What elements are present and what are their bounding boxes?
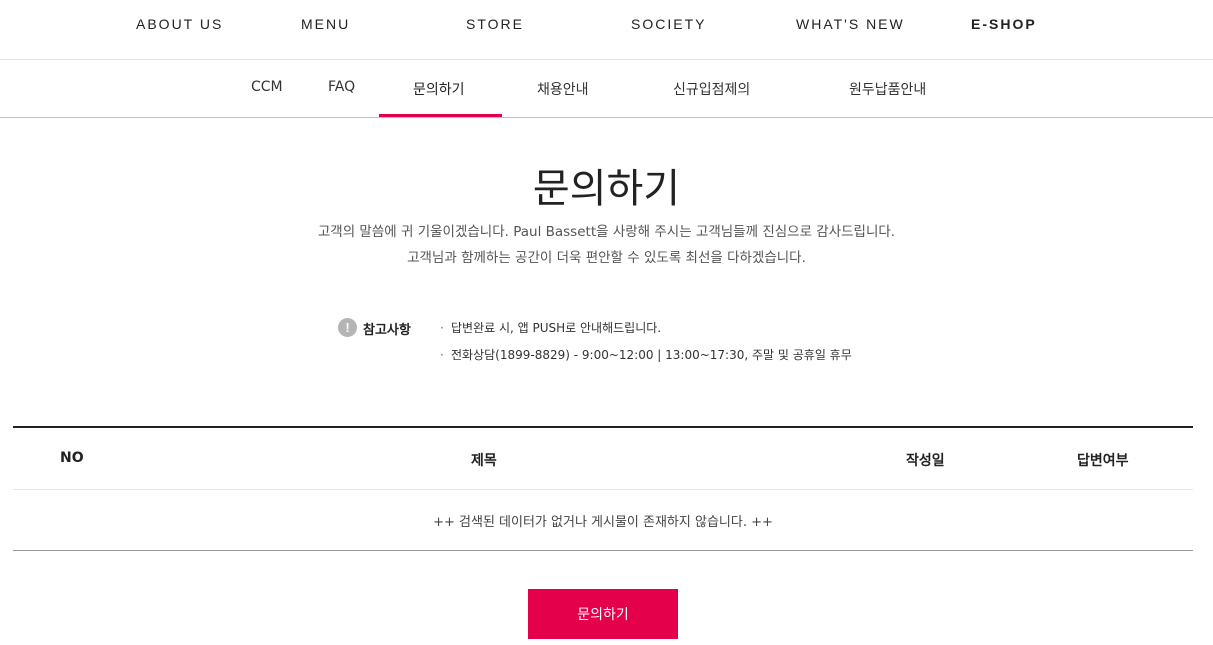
bullet-icon: ·	[440, 321, 444, 335]
subnav-ccm[interactable]: CCM	[251, 79, 283, 95]
gnb-store[interactable]: STORE	[466, 16, 524, 32]
subnav-inquiry[interactable]: 문의하기	[413, 79, 465, 99]
gnb-about-us[interactable]: ABOUT US	[136, 16, 223, 32]
gnb-whats-new[interactable]: WHAT'S NEW	[796, 16, 905, 32]
gnb-e-shop[interactable]: E-SHOP	[971, 16, 1037, 32]
inquiry-button[interactable]: 문의하기	[528, 589, 678, 639]
empty-message: ++ 검색된 데이터가 없거나 게시물이 존재하지 않습니다. ++	[433, 515, 773, 530]
global-nav: ABOUT US MENU STORE SOCIETY WHAT'S NEW E…	[0, 0, 1213, 60]
subnav-faq[interactable]: FAQ	[328, 79, 355, 95]
col-header-date: 작성일	[906, 453, 945, 469]
inquiry-table: NO 제목 작성일 답변여부 ++ 검색된 데이터가 없거나 게시물이 존재하지…	[13, 426, 1193, 551]
subnav-recruit[interactable]: 채용안내	[537, 79, 589, 99]
col-header-no: NO	[60, 450, 84, 466]
notice-text: 전화상담(1899-8829) - 9:00~12:00 | 13:00~17:…	[451, 348, 852, 362]
notice-label: 참고사항	[363, 323, 411, 338]
table-header: NO 제목 작성일 답변여부	[13, 428, 1193, 490]
page-description-line1: 고객의 말씀에 귀 기울이겠습니다. Paul Bassett을 사랑해 주시는…	[317, 224, 896, 240]
gnb-menu[interactable]: MENU	[301, 16, 350, 32]
subnav-bean-supply[interactable]: 원두납품안내	[849, 79, 926, 99]
notice-line: · 전화상담(1899-8829) - 9:00~12:00 | 13:00~17…	[440, 346, 852, 363]
gnb-society[interactable]: SOCIETY	[631, 16, 706, 32]
col-header-title: 제목	[471, 453, 497, 469]
col-header-answer-status: 답변여부	[1077, 453, 1129, 469]
subnav-new-store[interactable]: 신규입점제의	[673, 79, 750, 99]
page-title: 문의하기	[532, 166, 681, 212]
notice-line: · 답변완료 시, 앱 PUSH로 안내해드립니다.	[440, 319, 661, 336]
notice-text: 답변완료 시, 앱 PUSH로 안내해드립니다.	[451, 321, 662, 335]
active-tab-indicator	[379, 114, 502, 117]
table-row: ++ 검색된 데이터가 없거나 게시물이 존재하지 않습니다. ++	[13, 490, 1193, 551]
exclamation-icon: !	[338, 318, 357, 337]
bullet-icon: ·	[440, 348, 444, 362]
page-description-line2: 고객님과 함께하는 공간이 더욱 편안할 수 있도록 최선을 다하겠습니다.	[407, 250, 806, 266]
sub-nav: CCM FAQ 문의하기 채용안내 신규입점제의 원두납품안내	[0, 60, 1213, 118]
